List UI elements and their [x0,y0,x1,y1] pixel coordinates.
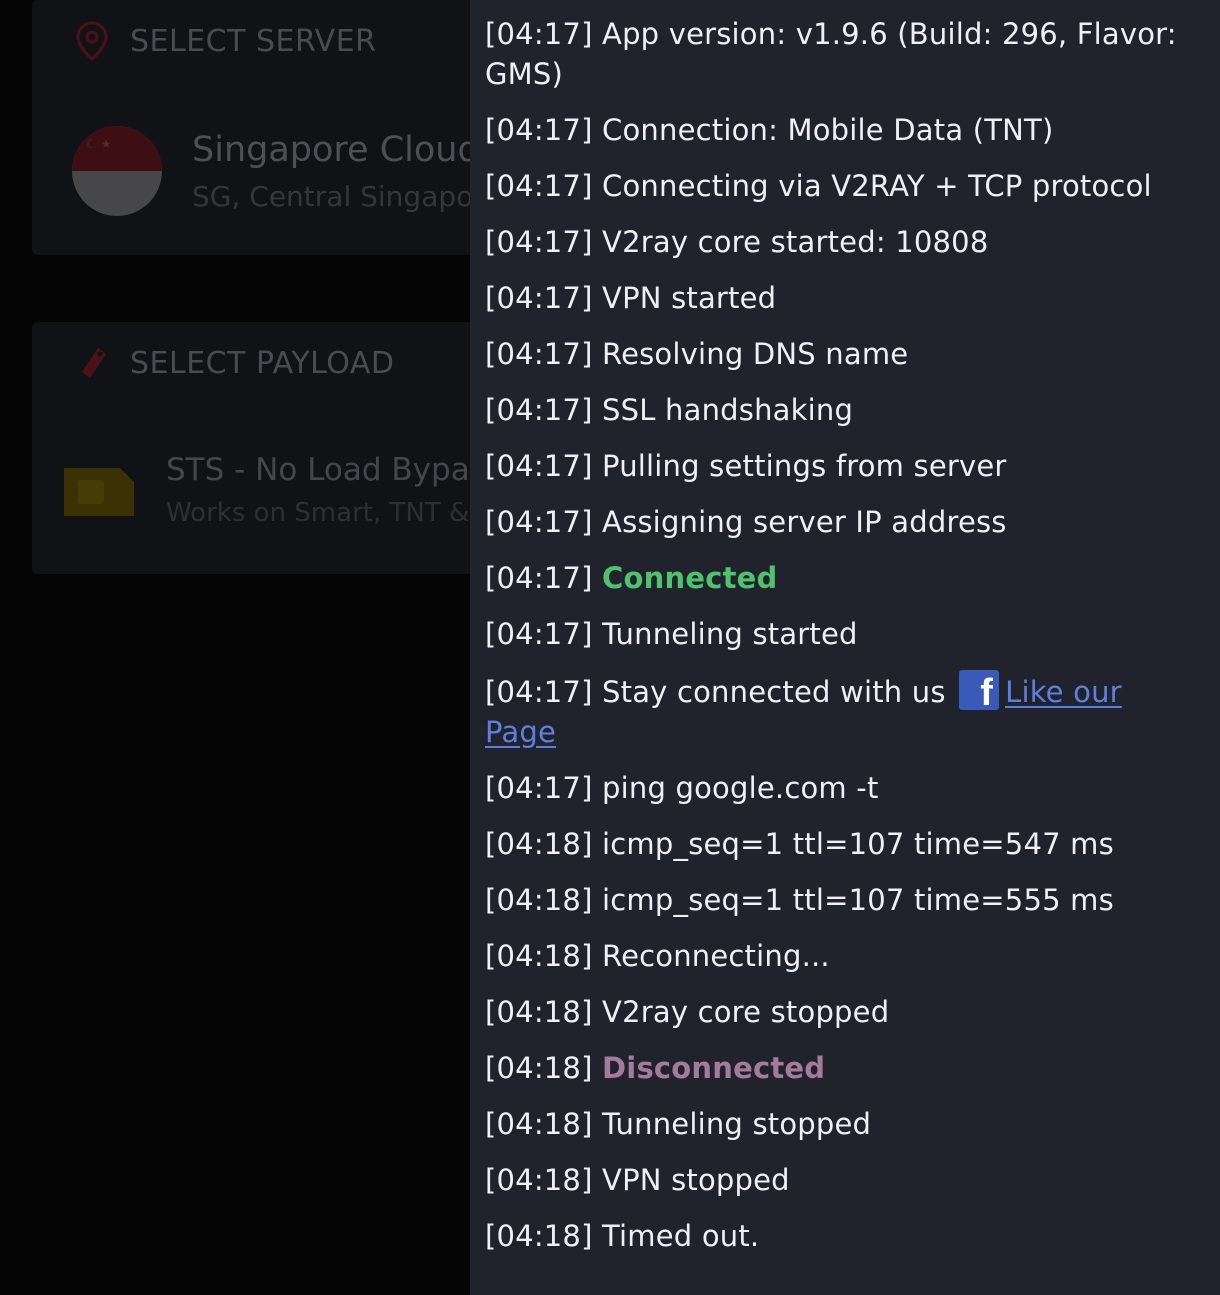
log-message: VPN stopped [602,1163,790,1197]
log-timestamp: [04:17] [485,281,593,315]
log-timestamp: [04:17] [485,337,593,371]
log-timestamp: [04:18] [485,995,593,1029]
log-timestamp: [04:18] [485,1051,593,1085]
log-line: [04:17] Stay connected with us f Like our… [485,670,1202,752]
server-card-header: SELECT SERVER [74,20,377,62]
log-timestamp: [04:17] [485,617,593,651]
singapore-flag-icon: ☾ ★ [72,126,162,216]
log-timestamp: [04:18] [485,827,593,861]
log-message: V2ray core started: 10808 [602,225,989,259]
facebook-icon[interactable]: f [959,670,1000,712]
tag-icon [82,348,106,378]
server-card[interactable]: SELECT SERVER ☾ ★ Singapore Cloud SG, Ce… [32,0,470,255]
log-timestamp: [04:17] [485,675,593,709]
log-timestamp: [04:17] [485,113,593,147]
log-line: [04:17] SSL handshaking [485,390,1202,430]
log-line: [04:18] Disconnected [485,1048,1202,1088]
payload-name: STS - No Load Bypass [166,452,470,488]
log-message: Tunneling stopped [602,1107,872,1141]
log-panel[interactable]: [04:17] App version: v1.9.6 (Build: 296,… [470,0,1220,1295]
server-location: SG, Central Singapore [192,180,470,213]
log-message: Stay connected with us [602,675,946,709]
log-message: Reconnecting... [602,939,830,973]
log-line: [04:17] Pulling settings from server [485,446,1202,486]
log-message: Connecting via V2RAY + TCP protocol [602,169,1152,203]
log-timestamp: [04:17] [485,17,593,51]
server-selection[interactable]: ☾ ★ Singapore Cloud SG, Central Singapor… [72,126,470,216]
log-timestamp: [04:18] [485,1107,593,1141]
background-app: SELECT SERVER ☾ ★ Singapore Cloud SG, Ce… [0,0,470,1295]
log-timestamp: [04:18] [485,883,593,917]
log-line: [04:18] icmp_seq=1 ttl=107 time=555 ms [485,880,1202,920]
log-message: icmp_seq=1 ttl=107 time=555 ms [602,883,1114,917]
log-timestamp: [04:17] [485,225,593,259]
log-timestamp: [04:17] [485,561,593,595]
log-message: Timed out. [602,1219,760,1253]
sim-card-icon [64,468,134,516]
log-line: [04:17] Connecting via V2RAY + TCP proto… [485,166,1202,206]
log-timestamp: [04:18] [485,1219,593,1253]
log-line: [04:17] ping google.com -t [485,768,1202,808]
log-message: Resolving DNS name [602,337,909,371]
location-pin-icon [76,21,108,61]
log-message: VPN started [602,281,777,315]
log-timestamp: [04:18] [485,939,593,973]
server-name: Singapore Cloud [192,130,470,170]
log-line: [04:18] Tunneling stopped [485,1104,1202,1144]
log-timestamp: [04:17] [485,169,593,203]
log-message: V2ray core stopped [602,995,890,1029]
log-line: [04:18] V2ray core stopped [485,992,1202,1032]
log-line: [04:17] Connected [485,558,1202,598]
log-line: [04:17] App version: v1.9.6 (Build: 296,… [485,14,1202,94]
log-message: Tunneling started [602,617,858,651]
select-server-title: SELECT SERVER [130,23,377,59]
log-timestamp: [04:17] [485,505,593,539]
status-connected: Connected [602,561,778,595]
log-line: [04:18] icmp_seq=1 ttl=107 time=547 ms [485,824,1202,864]
log-line: [04:17] Connection: Mobile Data (TNT) [485,110,1202,150]
log-line: [04:17] Assigning server IP address [485,502,1202,542]
log-line: [04:17] VPN started [485,278,1202,318]
payload-card-header: SELECT PAYLOAD [74,342,395,384]
log-line: [04:17] Resolving DNS name [485,334,1202,374]
log-message: ping google.com -t [602,771,879,805]
status-disconnected: Disconnected [602,1051,826,1085]
log-message: Connection: Mobile Data (TNT) [602,113,1054,147]
payload-selection[interactable]: STS - No Load Bypass Works on Smart, TNT… [60,452,470,528]
log-timestamp: [04:17] [485,393,593,427]
payload-card[interactable]: SELECT PAYLOAD STS - No Load Bypass Work… [32,322,470,574]
log-message: SSL handshaking [602,393,854,427]
log-timestamp: [04:17] [485,449,593,483]
log-line: [04:17] V2ray core started: 10808 [485,222,1202,262]
log-list: [04:17] App version: v1.9.6 (Build: 296,… [485,14,1202,1272]
log-message: Pulling settings from server [602,449,1007,483]
log-timestamp: [04:18] [485,1163,593,1197]
log-message: icmp_seq=1 ttl=107 time=547 ms [602,827,1114,861]
log-line: [04:18] VPN stopped [485,1160,1202,1200]
log-line: [04:17] Tunneling started [485,614,1202,654]
log-line: [04:18] Timed out. [485,1216,1202,1256]
log-timestamp: [04:17] [485,771,593,805]
select-payload-title: SELECT PAYLOAD [130,345,395,381]
log-line: [04:18] Reconnecting... [485,936,1202,976]
log-message: Assigning server IP address [602,505,1007,539]
payload-networks: Works on Smart, TNT & GOMO [166,498,470,528]
